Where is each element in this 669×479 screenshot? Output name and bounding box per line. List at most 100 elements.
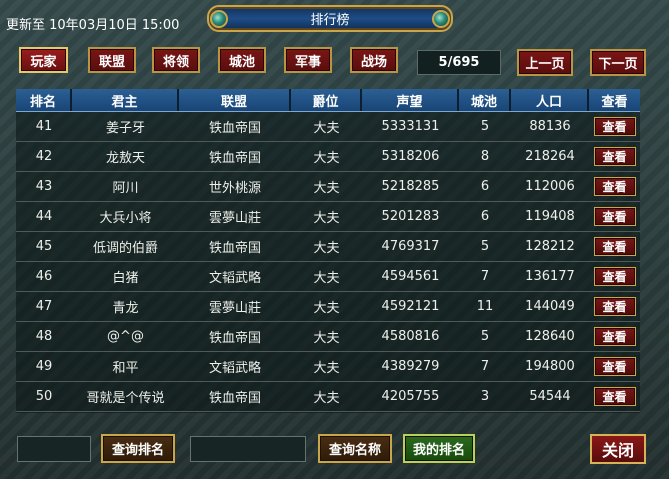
prev-page-button[interactable]: 上一页 [517,49,573,76]
window-title: 排行榜 [310,13,350,28]
view-button[interactable]: 查看 [593,357,636,376]
cell-alliance: 铁血帝国 [208,121,261,136]
cell-rank: 42 [35,149,53,164]
cell-title: 大夫 [313,271,340,286]
my-rank-button[interactable]: 我的排名 [403,434,475,463]
cell-rank: 46 [35,269,53,284]
cell-cities: 6 [480,209,490,224]
column-header-prestige: 声望 [362,89,459,111]
view-button[interactable]: 查看 [593,387,636,406]
table-row: 42 龙敖天 铁血帝国 大夫 5318206 8 218264 查看 [16,142,640,172]
cell-lord: @^@ [107,329,144,344]
rank-search-input[interactable] [17,436,91,462]
cell-cities: 5 [480,329,490,344]
cell-title: 大夫 [313,241,340,256]
table-header: 排名 君主 联盟 爵位 声望 城池 人口 查看 [16,89,640,112]
tab-battlefield[interactable]: 战场 [350,47,398,73]
cell-population: 88136 [529,119,571,134]
cell-population: 218264 [525,149,575,164]
next-page-button[interactable]: 下一页 [590,49,646,76]
cell-population: 144049 [525,299,575,314]
query-rank-button[interactable]: 查询排名 [101,434,175,463]
table-row: 47 青龙 雲夢山莊 大夫 4592121 11 144049 查看 [16,292,640,322]
cell-prestige: 4580816 [381,329,440,344]
tab-military[interactable]: 军事 [284,47,332,73]
cell-lord: 白猪 [112,271,139,286]
cell-prestige: 5318206 [381,149,440,164]
cell-alliance: 铁血帝国 [208,151,261,166]
name-search-input[interactable] [190,436,306,462]
cell-prestige: 5333131 [381,119,440,134]
table-row: 45 低调的伯爵 铁血帝国 大夫 4769317 5 128212 查看 [16,232,640,262]
page-indicator: 5/695 [417,50,501,75]
query-name-button[interactable]: 查询名称 [318,434,392,463]
view-button[interactable]: 查看 [593,117,636,136]
view-button[interactable]: 查看 [593,177,636,196]
cell-rank: 48 [35,329,53,344]
cell-cities: 5 [480,239,490,254]
tab-alliances[interactable]: 联盟 [88,47,136,73]
cell-view: 查看 [589,387,640,406]
view-button[interactable]: 查看 [593,327,636,346]
cell-alliance: 铁血帝国 [208,241,261,256]
cell-title: 大夫 [313,121,340,136]
column-header-population: 人口 [511,89,589,111]
cell-view: 查看 [589,297,640,316]
cell-title: 大夫 [313,331,340,346]
cell-view: 查看 [589,357,640,376]
cell-lord: 哥就是个传说 [86,391,165,406]
cell-title: 大夫 [313,151,340,166]
cell-rank: 50 [35,389,53,404]
update-timestamp: 更新至 10年03月10日 15:00 [6,18,180,33]
view-button[interactable]: 查看 [593,237,636,256]
cell-title: 大夫 [313,391,340,406]
tab-generals[interactable]: 将领 [152,47,200,73]
title-ornament-icon [432,10,450,28]
tab-cities[interactable]: 城池 [218,47,266,73]
cell-population: 128212 [525,239,575,254]
cell-cities: 11 [476,299,494,314]
cell-alliance: 文韬武略 [208,271,261,286]
cell-view: 查看 [589,267,640,286]
tab-players[interactable]: 玩家 [19,47,68,73]
cell-prestige: 4594561 [381,269,440,284]
cell-view: 查看 [589,117,640,136]
cell-alliance: 雲夢山莊 [208,301,261,316]
column-header-title: 爵位 [291,89,362,111]
cell-prestige: 4205755 [381,389,440,404]
column-header-alliance: 联盟 [179,89,291,111]
cell-title: 大夫 [313,301,340,316]
cell-alliance: 世外桃源 [208,181,261,196]
cell-title: 大夫 [313,361,340,376]
view-button[interactable]: 查看 [593,207,636,226]
view-button[interactable]: 查看 [593,267,636,286]
cell-alliance: 文韬武略 [208,361,261,376]
cell-lord: 姜子牙 [105,121,145,136]
table-row: 43 阿川 世外桃源 大夫 5218285 6 112006 查看 [16,172,640,202]
cell-rank: 41 [35,119,53,134]
view-button[interactable]: 查看 [593,147,636,166]
close-button[interactable]: 关闭 [590,434,646,464]
column-header-cities: 城池 [459,89,511,111]
table-body: 41 姜子牙 铁血帝国 大夫 5333131 5 88136 查看 42 龙敖天 铁血帝国 大夫 531… [16,112,640,412]
cell-alliance: 铁血帝国 [208,391,261,406]
cell-lord: 大兵小将 [99,211,152,226]
cell-rank: 44 [35,209,53,224]
cell-lord: 低调的伯爵 [92,241,158,256]
title-ornament-icon [210,10,228,28]
view-button[interactable]: 查看 [593,297,636,316]
cell-view: 查看 [589,207,640,226]
ranking-table: 排名 君主 联盟 爵位 声望 城池 人口 查看 41 姜子牙 铁血帝国 大夫 53331… [16,89,640,413]
cell-population: 112006 [525,179,575,194]
table-row: 50 哥就是个传说 铁血帝国 大夫 4205755 3 54544 查看 [16,382,640,412]
cell-cities: 6 [480,179,490,194]
cell-prestige: 4389279 [381,359,440,374]
cell-alliance: 雲夢山莊 [208,211,261,226]
cell-view: 查看 [589,177,640,196]
cell-alliance: 铁血帝国 [208,331,261,346]
cell-population: 194800 [525,359,575,374]
cell-view: 查看 [589,327,640,346]
column-header-rank: 排名 [16,89,72,111]
table-row: 46 白猪 文韬武略 大夫 4594561 7 136177 查看 [16,262,640,292]
cell-title: 大夫 [313,181,340,196]
